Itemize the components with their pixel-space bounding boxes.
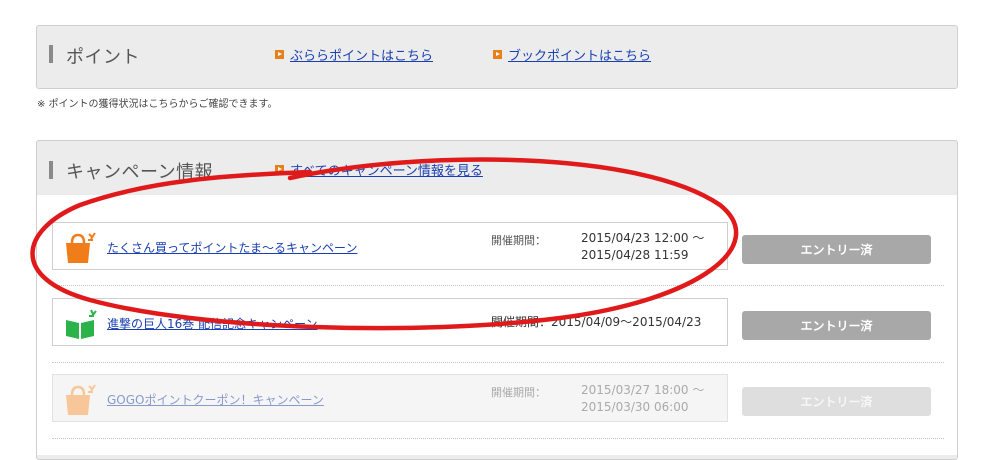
period-end: 2015/03/30 06:00 — [581, 400, 689, 414]
plala-points-link[interactable]: ぶららポイントはこちら — [275, 45, 433, 64]
period-value: 開催期間：2015/04/09～2015/04/23 — [491, 314, 701, 331]
all-campaigns-link[interactable]: すべてのキャンペーン情報を見る — [275, 160, 483, 179]
arrow-right-icon — [493, 50, 502, 59]
period-start: 2015/03/27 18:00 ～ — [581, 383, 705, 397]
campaign-list: たくさん買ってポイントたま～るキャンペーン 開催期間： 2015/04/23 1… — [37, 195, 957, 455]
row-divider — [52, 362, 944, 363]
campaign-panel-header: キャンペーン情報 すべてのキャンペーン情報を見る — [37, 141, 957, 203]
points-panel-header: ポイント ぶららポイントはこちら ブックポイントはこちら — [37, 26, 957, 88]
period-start: 2015/04/23 12:00 ～ — [581, 231, 705, 245]
period-label: 開催期間： — [491, 386, 546, 399]
period-label: 開催期間： — [491, 315, 552, 329]
open-book-icon — [66, 309, 97, 339]
points-note: ※ ポイントの獲得状況はこちらからご確認できます。 — [37, 99, 278, 110]
entry-done-button[interactable]: エントリー済 — [742, 387, 931, 416]
campaign-link[interactable]: たくさん買ってポイントたま～るキャンペーン — [107, 239, 357, 256]
period-label: 開催期間： — [491, 234, 546, 247]
points-panel: ポイント ぶららポイントはこちら ブックポイントはこちら — [36, 25, 958, 89]
entry-done-button[interactable]: エントリー済 — [742, 235, 931, 264]
arrow-right-icon — [275, 50, 284, 59]
campaign-row: たくさん買ってポイントたま～るキャンペーン 開催期間： 2015/04/23 1… — [52, 222, 728, 270]
plala-points-link-label: ぶららポイントはこちら — [290, 49, 434, 64]
campaign-row: GOGOポイントクーポン！キャンペーン 開催期間： 2015/03/27 18:… — [52, 374, 728, 422]
shopping-bag-icon — [66, 384, 96, 415]
campaign-title: キャンペーン情報 — [66, 162, 214, 183]
book-points-link[interactable]: ブックポイントはこちら — [493, 45, 651, 64]
period-value: 2015/03/27 18:00 ～ 2015/03/30 06:00 — [581, 382, 704, 416]
period-range: 2015/04/09～2015/04/23 — [551, 315, 702, 329]
campaign-link[interactable]: GOGOポイントクーポン！キャンペーン — [107, 391, 324, 408]
campaign-row: 進撃の巨人16巻 配信記念キャンペーン 開催期間：2015/04/09～2015… — [52, 298, 728, 346]
book-points-link-label: ブックポイントはこちら — [508, 49, 652, 64]
points-title: ポイント — [66, 47, 140, 68]
campaign-panel: キャンペーン情報 すべてのキャンペーン情報を見る たくさん買ってポイントたま～る… — [36, 140, 958, 460]
section-bar-icon — [49, 45, 53, 63]
period-value: 2015/04/23 12:00 ～ 2015/04/28 11:59 — [581, 230, 704, 264]
row-divider — [52, 438, 944, 439]
section-bar-icon — [49, 161, 53, 179]
period-end: 2015/04/28 11:59 — [581, 248, 689, 262]
entry-done-button[interactable]: エントリー済 — [742, 311, 931, 340]
all-campaigns-link-label: すべてのキャンペーン情報を見る — [290, 164, 483, 179]
shopping-bag-icon — [66, 232, 96, 263]
arrow-right-icon — [275, 165, 284, 174]
row-divider — [52, 285, 944, 286]
campaign-link[interactable]: 進撃の巨人16巻 配信記念キャンペーン — [107, 315, 318, 332]
